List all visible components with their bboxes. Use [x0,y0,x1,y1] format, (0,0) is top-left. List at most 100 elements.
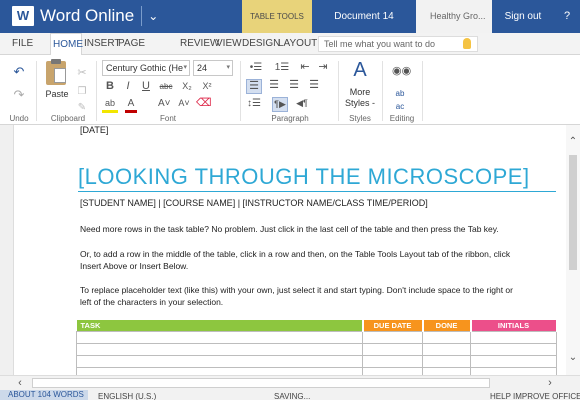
redo-icon[interactable]: ↷ [12,88,26,101]
styles-icon[interactable]: A [348,59,372,81]
table-header-due-date[interactable]: DUE DATE [362,320,424,331]
tab-home[interactable]: HOME [50,33,83,55]
tab-page-layout[interactable]: PAGE LAYOUT [118,33,178,71]
font-name-select[interactable]: Century Gothic (He ▾ [102,60,190,76]
table-cell[interactable] [470,330,557,344]
table-cell[interactable] [76,342,363,356]
table-cell[interactable] [76,330,363,344]
highlight-icon[interactable]: ab [102,97,118,113]
paragraph[interactable]: left of the characters in your selection… [80,297,223,307]
undo-group-label: Undo [9,114,29,123]
horizontal-scrollbar[interactable]: ‹ › [0,375,580,390]
align-right-icon[interactable]: ☰ [286,79,302,92]
paste-button[interactable]: Paste [42,88,72,101]
tab-view[interactable]: VIEW [216,33,242,54]
date-placeholder[interactable]: [DATE] [80,125,108,135]
table-cell[interactable] [470,366,557,375]
word-logo-icon[interactable]: W [12,6,34,26]
scroll-thumb[interactable] [569,155,577,270]
copy-icon[interactable]: ❐ [76,85,88,98]
scroll-left-icon[interactable]: ‹ [14,377,26,390]
table-cell[interactable] [422,366,471,375]
superscript-icon[interactable]: X² [200,80,214,93]
font-name-value: Century Gothic (He [106,63,184,73]
scroll-track[interactable] [32,378,490,388]
user-title[interactable]: Healthy Gro... [416,0,492,33]
tell-me-input[interactable]: Tell me what you want to do [318,36,478,52]
paste-icon[interactable] [46,59,66,85]
table-cell[interactable] [362,342,423,356]
subscript-icon[interactable]: X₂ [180,80,194,93]
align-center-icon[interactable]: ☰ [266,79,282,92]
underline-icon[interactable]: U [140,80,152,93]
tab-design[interactable]: DESIGN [242,33,280,54]
table-cell[interactable] [470,354,557,368]
document-title[interactable]: [LOOKING THROUGH THE MICROSCOPE] [78,164,530,190]
line-spacing-icon[interactable]: ↕☰ [246,97,262,110]
clear-formatting-icon[interactable]: ⌫ [196,97,212,110]
ltr-icon[interactable]: ¶▶ [272,97,288,112]
find-icon[interactable]: ◉◉ [392,65,411,78]
table-cell[interactable] [422,354,471,368]
help-button[interactable]: ? [554,0,580,33]
paragraph[interactable]: To replace placeholder text (like this) … [80,285,513,295]
font-color-icon[interactable]: A [125,97,137,113]
justify-icon[interactable]: ☰ [306,79,322,92]
paragraph[interactable]: Insert Above or Insert Below. [80,261,188,271]
sign-out-link[interactable]: Sign out [492,0,554,33]
table-cell[interactable] [362,366,423,375]
task-table[interactable]: TASK DUE DATE DONE INITIALS [76,320,558,375]
table-cell[interactable] [470,342,557,356]
styles-group-label: Styles [349,114,371,123]
more-styles-button[interactable]: More Styles - [342,87,378,109]
shrink-font-icon[interactable]: A˅ [178,97,190,110]
replace-icon[interactable]: ab ac [392,87,408,113]
font-size-select[interactable]: 24 ▾ [193,60,233,76]
tab-file[interactable]: FILE [12,33,38,54]
italic-icon[interactable]: I [122,80,134,93]
table-header-task[interactable]: TASK [76,320,364,331]
document-name[interactable]: Document 14 [312,0,416,33]
tab-review[interactable]: REVIEW [180,33,219,54]
table-cell[interactable] [76,366,363,375]
document-subtitle[interactable]: [STUDENT NAME] | [COURSE NAME] | [INSTRU… [80,198,428,208]
table-header-initials[interactable]: INITIALS [470,320,558,331]
table-cell[interactable] [422,330,471,344]
scroll-right-icon[interactable]: › [544,377,556,390]
tab-insert[interactable]: INSERT [84,33,121,54]
table-cell[interactable] [76,354,363,368]
bold-icon[interactable]: B [104,80,116,93]
table-cell[interactable] [362,330,423,344]
grow-font-icon[interactable]: A˅ [158,97,171,110]
table-header-done[interactable]: DONE [422,320,472,331]
divider [382,61,383,121]
help-improve-link[interactable]: HELP IMPROVE OFFICE [490,392,580,400]
divider [422,61,423,121]
word-count[interactable]: ABOUT 104 WORDS [0,390,88,400]
brand: W Word Online ⌄ [12,6,158,26]
divider [141,6,143,26]
format-painter-icon[interactable]: ✎ [76,101,88,114]
scroll-down-icon[interactable]: ⌄ [567,351,579,364]
chevron-down-icon[interactable]: ⌄ [148,9,158,23]
rtl-icon[interactable]: ◀¶ [294,97,310,110]
vertical-scrollbar[interactable]: ⌃ ⌄ [566,125,580,375]
cut-icon[interactable]: ✂ [76,67,88,80]
tab-layout[interactable]: LAYOUT [278,33,317,54]
table-cell[interactable] [422,342,471,356]
scroll-up-icon[interactable]: ⌃ [567,135,579,148]
paragraph-group-label: Paragraph [271,114,309,123]
numbering-icon[interactable]: 1☰ [272,61,292,74]
undo-icon[interactable]: ↶ [12,65,26,78]
align-left-icon[interactable]: ☰ [246,79,262,94]
strikethrough-icon[interactable]: abc [158,80,174,93]
language-indicator[interactable]: ENGLISH (U.S.) [98,392,156,400]
paragraph[interactable]: Or, to add a row in the middle of the ta… [80,249,510,259]
decrease-indent-icon[interactable]: ⇤ [298,61,312,74]
table-cell[interactable] [362,354,423,368]
document-page[interactable]: [DATE] [LOOKING THROUGH THE MICROSCOPE] … [14,125,566,375]
increase-indent-icon[interactable]: ⇥ [316,61,330,74]
app-name[interactable]: Word Online [40,6,134,26]
bullets-icon[interactable]: •☰ [246,61,266,74]
paragraph[interactable]: Need more rows in the task table? No pro… [80,224,499,234]
